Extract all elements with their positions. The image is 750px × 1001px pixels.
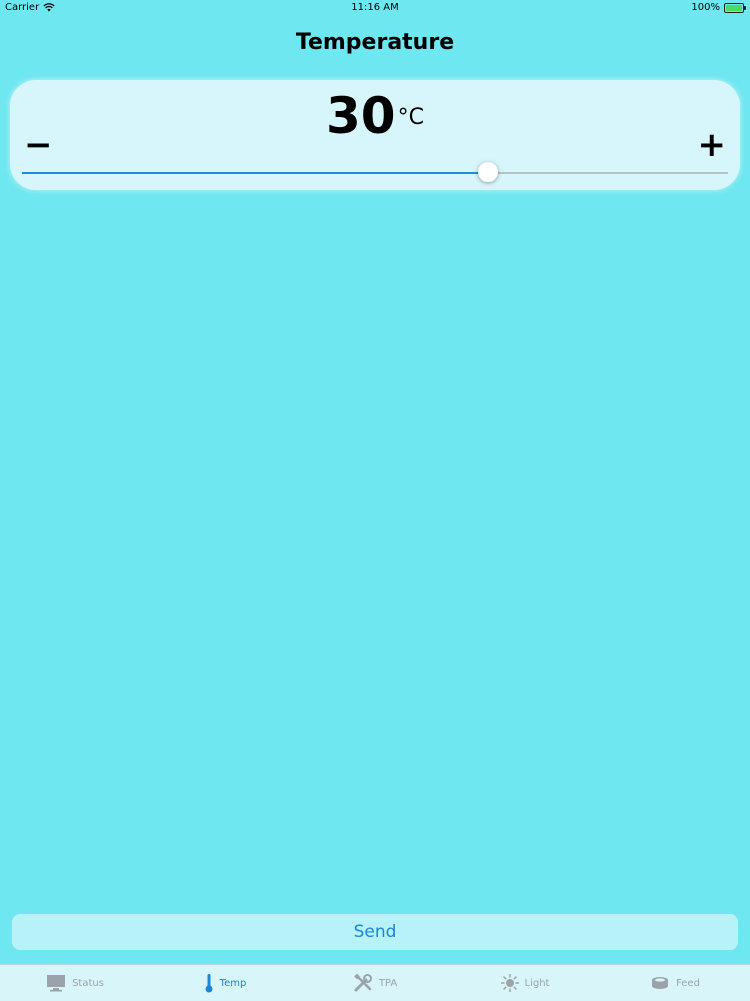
temperature-card: 30°C − + xyxy=(10,80,740,190)
monitor-icon xyxy=(47,975,66,992)
send-button[interactable]: Send xyxy=(12,914,738,950)
tab-label-status: Status xyxy=(72,977,104,989)
slider-thumb[interactable] xyxy=(477,162,498,182)
tools-icon xyxy=(353,973,372,992)
status-bar: Carrier 11:16 AM 100% xyxy=(0,0,750,16)
tab-label-temp: Temp xyxy=(219,977,247,989)
status-time: 11:16 AM xyxy=(351,2,399,13)
battery-icon xyxy=(724,2,746,13)
increase-button[interactable]: + xyxy=(698,128,727,162)
battery-percent: 100% xyxy=(691,2,720,13)
tab-tpa[interactable]: TPA xyxy=(300,965,450,1001)
page-title: Temperature xyxy=(295,30,455,55)
temperature-slider[interactable] xyxy=(22,162,728,182)
tab-bar: Status Temp TPA Light Feed xyxy=(0,964,750,1001)
tab-feed[interactable]: Feed xyxy=(600,965,750,1001)
feeder-icon xyxy=(652,977,669,989)
tab-light[interactable]: Light xyxy=(450,965,600,1001)
decrease-button[interactable]: − xyxy=(24,128,53,162)
tab-label-feed: Feed xyxy=(676,977,700,989)
tab-temp[interactable]: Temp xyxy=(150,965,300,1001)
sun-icon xyxy=(500,974,519,992)
temperature-unit: °C xyxy=(397,105,424,130)
temperature-value: 30 xyxy=(326,87,396,145)
thermometer-icon xyxy=(205,974,213,993)
temperature-readout: 30°C xyxy=(10,88,740,144)
tab-label-light: Light xyxy=(524,977,550,989)
slider-fill xyxy=(22,172,488,174)
tab-label-tpa: TPA xyxy=(378,977,398,989)
tab-status[interactable]: Status xyxy=(0,965,150,1001)
status-right: 100% xyxy=(691,2,746,13)
